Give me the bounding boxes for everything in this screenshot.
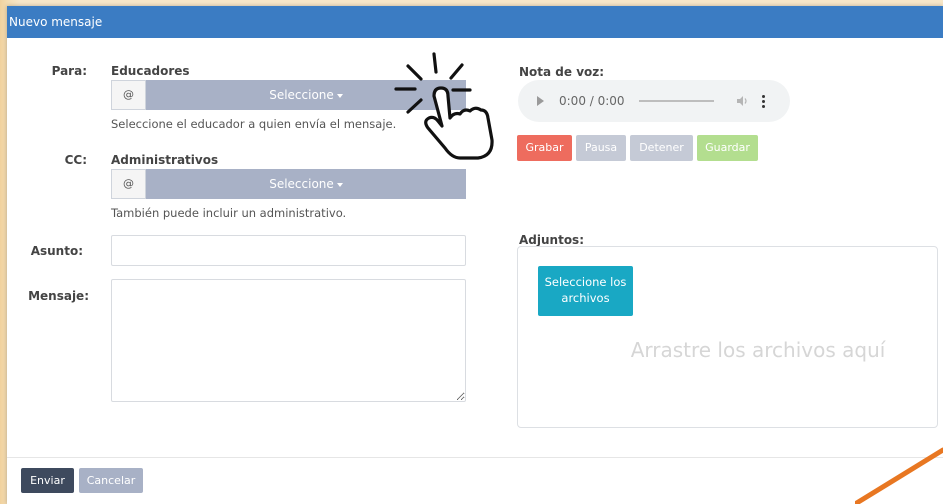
select-files-button[interactable]: Seleccione los archivos	[538, 266, 633, 316]
cc-label: CC:	[64, 153, 87, 167]
stop-button[interactable]: Detener	[630, 135, 693, 161]
at-addon: @	[111, 169, 146, 199]
modal-header: Nuevo mensaje	[7, 6, 943, 38]
educators-title: Educadores	[111, 64, 190, 78]
volume-icon[interactable]	[736, 95, 750, 107]
audio-progress-track[interactable]	[638, 100, 714, 102]
orange-accent-stroke	[855, 447, 943, 504]
modal-title: Nuevo mensaje	[9, 15, 103, 29]
save-voice-button[interactable]: Guardar	[697, 135, 758, 161]
caret-down-icon	[336, 93, 343, 98]
attachments-label: Adjuntos:	[519, 233, 584, 247]
message-label: Mensaje:	[28, 289, 89, 303]
footer-divider	[7, 457, 943, 458]
educators-help: Seleccione el educador a quien envía el …	[111, 117, 397, 131]
voice-note-label: Nota de voz:	[519, 65, 605, 79]
caret-down-icon	[336, 182, 343, 187]
to-label: Para:	[51, 64, 87, 78]
pause-button[interactable]: Pausa	[576, 135, 626, 161]
administrative-input-group: @ Seleccione	[111, 169, 466, 199]
play-icon[interactable]	[537, 96, 544, 106]
administrative-select-label: Seleccione	[269, 177, 334, 191]
subject-input[interactable]	[111, 235, 466, 266]
administrative-title: Administrativos	[111, 153, 219, 167]
more-options-icon[interactable]	[761, 94, 765, 108]
send-button[interactable]: Enviar	[21, 468, 74, 493]
administrative-help: También puede incluir un administrativo.	[111, 206, 347, 220]
message-textarea[interactable]	[111, 279, 466, 402]
at-addon: @	[111, 80, 146, 110]
attachments-dropzone[interactable]: Seleccione los archivos Arrastre los arc…	[517, 246, 938, 428]
audio-time: 0:00 / 0:00	[559, 94, 625, 108]
record-button[interactable]: Grabar	[517, 135, 572, 161]
cancel-button[interactable]: Cancelar	[79, 468, 143, 493]
audio-player: 0:00 / 0:00	[518, 80, 790, 122]
administrative-select-button[interactable]: Seleccione	[146, 169, 466, 199]
drop-files-text: Arrastre los archivos aquí	[630, 338, 886, 362]
educators-select-label: Seleccione	[269, 88, 334, 102]
subject-label: Asunto:	[30, 244, 83, 258]
tap-hand-icon	[394, 52, 494, 160]
